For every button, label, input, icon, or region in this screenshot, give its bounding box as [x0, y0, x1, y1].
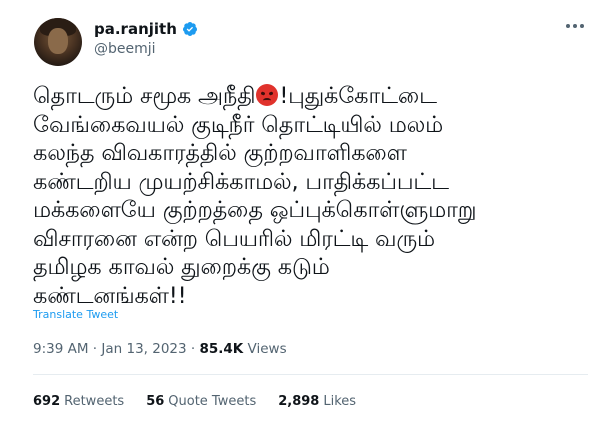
tweet-card: pa.ranjith @beemji தொடரும் சமூக அநீதி !பு…: [0, 0, 600, 430]
author-handle[interactable]: @beemji: [94, 41, 198, 57]
tweet-stats: 692 Retweets 56 Quote Tweets 2,898 Likes: [33, 394, 356, 409]
verified-badge-icon: [182, 22, 197, 36]
retweets-count: 692: [33, 394, 61, 409]
tweet-text-part2: !புதுக்கோட்டை வேங்கைவயல் குடிநீர் தொட்டி…: [33, 83, 477, 309]
avatar[interactable]: [34, 18, 82, 66]
translate-tweet-link[interactable]: Translate Tweet: [33, 308, 118, 321]
quotes-count: 56: [146, 394, 165, 409]
views-count: 85.4K: [199, 341, 244, 357]
more-options-icon[interactable]: [566, 24, 584, 28]
tweet-text: தொடரும் சமூக அநீதி !புதுக்கோட்டை வேங்கைவய…: [33, 82, 588, 310]
tweet-time[interactable]: 9:39 AM: [33, 341, 89, 357]
divider: [33, 374, 588, 375]
views-label: Views: [243, 341, 287, 357]
tweet-header: pa.ranjith @beemji: [30, 18, 590, 66]
quote-tweets-stat[interactable]: 56 Quote Tweets: [146, 394, 256, 409]
author-name[interactable]: pa.ranjith: [94, 20, 177, 38]
tweet-date[interactable]: Jan 13, 2023: [101, 341, 186, 357]
meta-separator: ·: [88, 341, 102, 357]
likes-stat[interactable]: 2,898 Likes: [278, 394, 356, 409]
quotes-label: Quote Tweets: [168, 394, 257, 409]
angry-face-emoji: [256, 84, 279, 106]
author-block: pa.ranjith @beemji: [94, 20, 198, 57]
likes-label: Likes: [323, 394, 357, 409]
likes-count: 2,898: [278, 394, 320, 409]
retweets-label: Retweets: [64, 394, 125, 409]
meta-separator: ·: [186, 341, 200, 357]
tweet-text-part1: தொடரும் சமூக அநீதி: [33, 83, 256, 109]
tweet-meta: 9:39 AM · Jan 13, 2023 · 85.4K Views: [33, 341, 287, 357]
retweets-stat[interactable]: 692 Retweets: [33, 394, 124, 409]
